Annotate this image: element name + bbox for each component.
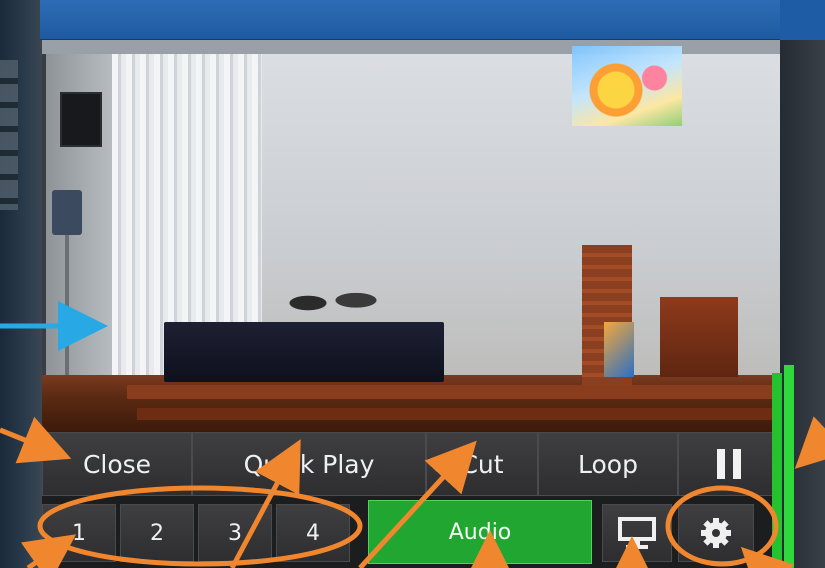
- covered-table: [164, 322, 444, 382]
- cabinet: [660, 297, 738, 377]
- loop-button[interactable]: Loop: [538, 432, 678, 496]
- pause-icon: [717, 449, 741, 479]
- left-panel: [0, 0, 42, 568]
- thumbnail-strip: [0, 60, 18, 210]
- audio-level-right: [784, 365, 794, 568]
- camera-preview[interactable]: [42, 40, 780, 432]
- pew: [137, 408, 780, 420]
- floor-speaker: [52, 190, 82, 235]
- audio-level-left: [772, 373, 782, 568]
- close-button[interactable]: Close: [42, 432, 192, 496]
- wall-speaker: [60, 92, 102, 147]
- gear-icon: [701, 518, 731, 548]
- preset-row: 1 2 3 4 Audio: [42, 496, 780, 568]
- stage: [42, 375, 780, 432]
- pause-button[interactable]: [678, 432, 780, 496]
- lectern: [604, 322, 634, 377]
- pew: [127, 385, 780, 399]
- settings-button[interactable]: [678, 504, 754, 562]
- audio-level-meter: [772, 365, 798, 568]
- cut-button[interactable]: Cut: [426, 432, 538, 496]
- control-bar: Close Quick Play Cut Loop 1 2 3 4 Audio: [42, 432, 780, 568]
- quick-play-button[interactable]: Quick Play: [192, 432, 426, 496]
- audio-button[interactable]: Audio: [368, 500, 592, 564]
- drum-kit: [272, 270, 392, 325]
- preset-3-button[interactable]: 3: [198, 504, 272, 562]
- monitor-icon: [618, 517, 656, 549]
- window-title-bar: [40, 0, 780, 40]
- display-button[interactable]: [602, 504, 672, 562]
- preset-2-button[interactable]: 2: [120, 504, 194, 562]
- preset-4-button[interactable]: 4: [276, 504, 350, 562]
- playback-row: Close Quick Play Cut Loop: [42, 432, 780, 496]
- preset-1-button[interactable]: 1: [42, 504, 116, 562]
- projection-screen: [572, 46, 682, 126]
